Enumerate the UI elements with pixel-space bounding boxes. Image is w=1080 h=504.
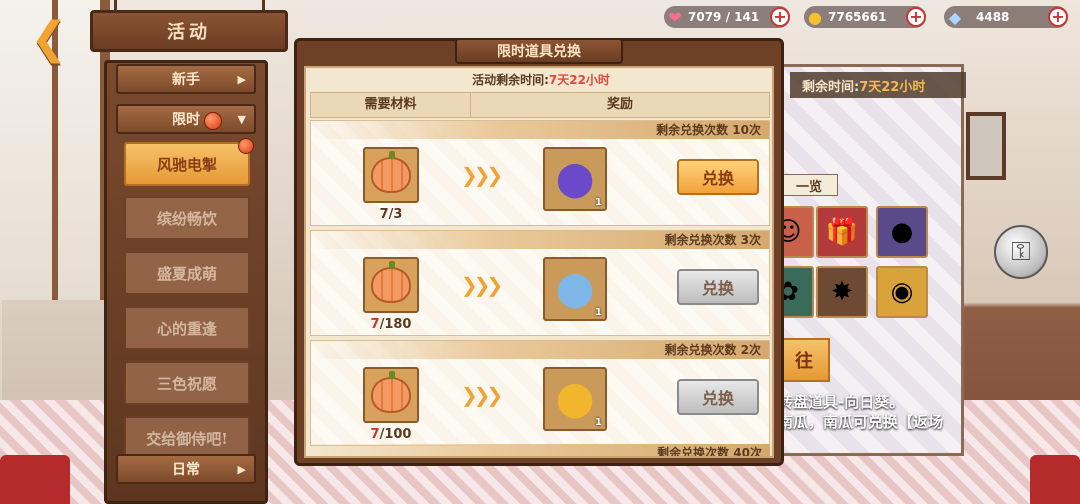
chevron-right-icon: ▶ xyxy=(237,462,246,476)
reward-slot[interactable]: ⬤ 1 xyxy=(543,257,607,321)
sidebar-item-4[interactable]: 心的重逢 xyxy=(124,306,250,350)
sidebar-tab-label: 限时 xyxy=(172,112,200,128)
blue-pouch-icon: ⬤ xyxy=(555,269,595,309)
sidebar-item-label: 缤纷畅饮 xyxy=(156,209,217,228)
exchange-list[interactable]: 活动剩余时间:7天22小时 需要材料 奖励 剩余兑换次数 10次 7/3 ❯❯❯… xyxy=(304,66,774,458)
crystal-icon: ◆ xyxy=(948,7,962,27)
arrow-right-icon: ❯❯❯ xyxy=(461,163,503,187)
chair-left xyxy=(0,455,70,504)
chevron-right-icon: ▶ xyxy=(237,72,246,86)
resource-stamina: ❤ 7079 / 141 + xyxy=(664,6,790,28)
material-slot[interactable] xyxy=(363,147,419,203)
material-slot[interactable] xyxy=(363,257,419,313)
apple-badge-icon xyxy=(204,112,222,130)
exchange-row: 剩余兑换次数 10次 7/3 ❯❯❯ ⬤ 1 兑换 xyxy=(310,120,770,226)
sidebar-item-label: 心的重逢 xyxy=(156,319,217,338)
sidebar-item-2[interactable]: 缤纷畅饮 xyxy=(124,196,250,240)
sidebar-tab-newbie[interactable]: 新手 ▶ xyxy=(116,64,256,94)
remaining-count: 剩余兑换次数 2次 xyxy=(311,341,769,359)
overview-label: 一览 xyxy=(780,174,838,196)
sunflower-icon[interactable]: ✸ xyxy=(816,266,868,318)
gold-coin-icon[interactable]: ◉ xyxy=(876,266,928,318)
exchange-button[interactable]: 兑换 xyxy=(677,379,759,415)
add-crystals-button[interactable]: + xyxy=(1048,7,1068,27)
apple-badge-icon xyxy=(238,138,254,154)
pumpkin-icon xyxy=(371,371,411,413)
reward-slot[interactable]: ⬤ 1 xyxy=(543,147,607,211)
wall-picture-frame xyxy=(966,112,1006,180)
exchange-row: 剩余兑换次数 3次 7/180 ❯❯❯ ⬤ 1 兑换 xyxy=(310,230,770,336)
event-remaining-time: 活动剩余时间:7天22小时 xyxy=(472,73,610,87)
sidebar-item-5[interactable]: 三色祝愿 xyxy=(124,361,250,405)
exchange-button[interactable]: 兑换 xyxy=(677,269,759,305)
sidebar-item-label: 风驰电掣 xyxy=(156,155,217,174)
exchange-row: 剩余兑换次数 2次 7/100 ❯❯❯ ⬤ 1 兑换 xyxy=(310,340,770,446)
sidebar-item-1[interactable]: 风驰电掣 xyxy=(124,138,254,186)
sidebar-tab-label: 日常 xyxy=(172,462,200,478)
reward-quantity: 1 xyxy=(595,417,602,428)
activity-title: 活动 xyxy=(90,10,288,52)
go-button[interactable]: 往 xyxy=(778,338,830,382)
column-reward: 奖励 xyxy=(606,97,633,112)
reward-quantity: 1 xyxy=(595,307,602,318)
remaining-count: 剩余兑换次数 10次 xyxy=(311,121,769,139)
key-icon: ⚿ xyxy=(1011,236,1031,267)
crystals-value: 4488 xyxy=(976,10,1010,24)
chair-right xyxy=(1030,455,1080,504)
sidebar-item-label: 三色祝愿 xyxy=(156,374,217,393)
slime-icon[interactable]: ● xyxy=(876,206,928,258)
resource-crystals: ◆ 4488 + xyxy=(944,6,1068,28)
sidebar-tab-daily[interactable]: 日常 ▶ xyxy=(116,454,256,484)
resource-coins: ● 7765661 + xyxy=(804,6,926,28)
stamina-value: 7079 / 141 xyxy=(688,10,760,24)
pumpkin-icon xyxy=(371,151,411,193)
panel-remaining-time: 剩余时间: 7天22小时 xyxy=(790,72,966,98)
coin-icon: ● xyxy=(808,7,822,27)
remaining-count: 剩余兑换次数 3次 xyxy=(311,231,769,249)
material-count: 7/180 xyxy=(370,317,412,332)
remaining-count-peek: 剩余兑换次数 40次 xyxy=(310,444,770,456)
chevron-down-icon: ▼ xyxy=(237,112,246,126)
heart-icon: ❤ xyxy=(668,7,682,27)
reward-quantity: 1 xyxy=(595,197,602,208)
sidebar-item-label: 盛夏成萌 xyxy=(156,264,217,283)
gift-box-icon[interactable]: 🎁 xyxy=(816,206,868,258)
sidebar-tab-limited[interactable]: 限时 ▼ xyxy=(116,104,256,134)
material-count: 7/3 xyxy=(379,207,403,222)
key-button[interactable]: ⚿ xyxy=(994,225,1048,279)
material-count: 7/100 xyxy=(370,427,412,442)
column-header: 需要材料 奖励 xyxy=(310,92,770,118)
slime-icon: ⬤ xyxy=(555,159,595,199)
event-description: 转盘道具-向日葵。 南瓜，南瓜可兑换【返场 xyxy=(778,393,944,431)
pumpkin-icon xyxy=(371,261,411,303)
sidebar-tab-label: 新手 xyxy=(172,72,200,88)
sidebar-item-3[interactable]: 盛夏成萌 xyxy=(124,251,250,295)
dialog-title: 限时道具兑换 xyxy=(455,38,623,64)
coins-value: 7765661 xyxy=(828,10,887,24)
arrow-right-icon: ❯❯❯ xyxy=(461,273,503,297)
arrow-right-icon: ❯❯❯ xyxy=(461,383,503,407)
column-material: 需要材料 xyxy=(311,93,471,117)
add-coins-button[interactable]: + xyxy=(906,7,926,27)
back-arrow-icon: ❮ xyxy=(30,12,68,64)
add-stamina-button[interactable]: + xyxy=(770,7,790,27)
gold-pouch-icon: ⬤ xyxy=(555,379,595,419)
material-slot[interactable] xyxy=(363,367,419,423)
sidebar-item-label: 交给御侍吧! xyxy=(146,429,228,448)
back-button[interactable]: ❮ xyxy=(22,13,76,64)
reward-slot[interactable]: ⬤ 1 xyxy=(543,367,607,431)
exchange-button[interactable]: 兑换 xyxy=(677,159,759,195)
